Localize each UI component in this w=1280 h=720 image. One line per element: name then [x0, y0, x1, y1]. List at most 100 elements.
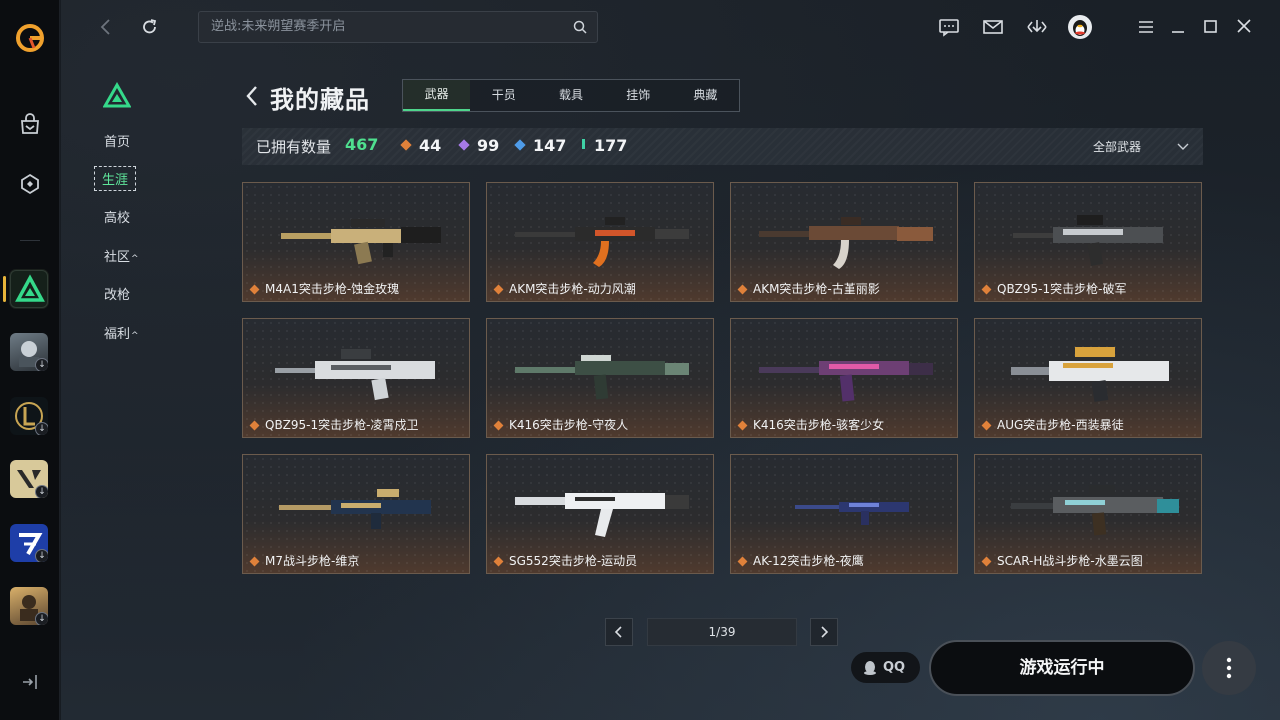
refresh-icon[interactable]	[140, 17, 160, 37]
active-indicator	[3, 276, 6, 302]
game-seven-icon[interactable]: ↓	[10, 524, 48, 562]
rifle-skin-icon	[279, 489, 431, 529]
minimize-icon[interactable]	[1167, 17, 1189, 37]
rarity-orange-icon	[981, 556, 992, 567]
rarity-purple-count: 99	[458, 136, 499, 155]
rifle-skin-icon	[795, 502, 909, 525]
more-options-button[interactable]	[1202, 641, 1256, 695]
game-pubg-mobile-icon[interactable]: ↓	[10, 333, 48, 371]
qq-penguin-icon	[864, 661, 876, 675]
weapon-name: AUG突击步枪-西装暴徒	[997, 418, 1124, 432]
rarity-orange-icon	[249, 556, 260, 567]
weapon-card[interactable]: SG552突击步枪-运动员	[486, 454, 714, 574]
search-icon[interactable]	[573, 20, 587, 34]
tab-vehicles[interactable]: 载具	[537, 80, 604, 111]
weapon-card[interactable]: AKM突击步枪-动力风潮	[486, 182, 714, 302]
search-placeholder: 逆战:未来朔望赛季开启	[211, 19, 346, 34]
weapon-card[interactable]: AK-12突击步枪-夜鹰	[730, 454, 958, 574]
subnav-item-school[interactable]: 高校	[104, 207, 130, 226]
download-icon: ↓	[35, 612, 48, 625]
weapon-name: AKM突击步枪-动力风潮	[509, 282, 636, 296]
weapon-card[interactable]: AKM突击步枪-古堇丽影	[730, 182, 958, 302]
subnav-item-gunsmith[interactable]: 改枪	[104, 284, 130, 303]
page-indicator: 1/39	[647, 618, 797, 646]
weapon-card[interactable]: AUG突击步枪-西装暴徒	[974, 318, 1202, 438]
rarity-orange-icon	[981, 420, 992, 431]
game-running-button[interactable]: 游戏运行中	[929, 640, 1195, 696]
rifle-skin-icon	[759, 361, 933, 402]
chevron-down-icon[interactable]	[1176, 139, 1190, 153]
weapon-name: AK-12突击步枪-夜鹰	[753, 554, 864, 568]
rarity-orange-icon	[493, 284, 504, 295]
qq-account-button[interactable]: QQ	[851, 652, 920, 683]
back-nav-icon[interactable]	[96, 17, 116, 37]
page-title: 我的藏品	[270, 86, 370, 114]
rarity-orange-icon	[249, 284, 260, 295]
maximize-icon[interactable]	[1200, 17, 1222, 37]
rifle-skin-icon	[1011, 485, 1179, 536]
close-icon[interactable]	[1233, 17, 1255, 37]
weapon-card[interactable]: QBZ95-1突击步枪-破军	[974, 182, 1202, 302]
rifle-skin-icon	[275, 349, 435, 401]
weapon-name: K416突击步枪-守夜人	[509, 418, 629, 432]
weapon-card[interactable]: SCAR-H战斗步枪-水墨云图	[974, 454, 1202, 574]
rifle-skin-icon	[515, 493, 689, 537]
weapon-name: QBZ95-1突击步枪-破军	[997, 282, 1127, 296]
rarity-orange-icon	[737, 556, 748, 567]
tab-collection[interactable]: 典藏	[672, 80, 739, 111]
weapon-card[interactable]: QBZ95-1突击步枪-凌霄戍卫	[242, 318, 470, 438]
chat-icon[interactable]	[938, 17, 960, 37]
download-icon: ↓	[35, 485, 48, 498]
store-icon[interactable]	[18, 112, 42, 136]
weapon-name: QBZ95-1突击步枪-凌霄戍卫	[265, 418, 419, 432]
main-panel: 逆战:未来朔望赛季开启 首页 生涯 高校 社区^ 改枪 福利^ 我的藏品 武器 …	[61, 0, 1280, 720]
subnav-item-home[interactable]: 首页	[104, 131, 130, 150]
weapon-card[interactable]: M7战斗步枪-维京	[242, 454, 470, 574]
orange-gem-icon	[400, 139, 412, 151]
qq-label: QQ	[883, 660, 906, 675]
prev-page-button[interactable]	[605, 618, 633, 646]
next-page-button[interactable]	[810, 618, 838, 646]
weapon-filter-select[interactable]: 全部武器	[1093, 138, 1141, 155]
chevron-right-icon	[821, 626, 829, 638]
menu-icon[interactable]	[1135, 17, 1157, 37]
subnav-item-community[interactable]: 社区^	[104, 246, 139, 265]
more-vertical-icon	[1226, 657, 1232, 679]
game-pubg-icon[interactable]: ↓	[10, 587, 48, 625]
weapon-name: M7战斗步枪-维京	[265, 554, 360, 568]
weapon-card[interactable]: M4A1突击步枪-蚀金玫瑰	[242, 182, 470, 302]
app-rail: ↓ ↓ ↓ ↓ ↓	[0, 0, 60, 720]
search-input[interactable]: 逆战:未来朔望赛季开启	[198, 11, 598, 43]
nizhan-logo-icon	[103, 82, 131, 108]
weapon-card[interactable]: K416突击步枪-骇客少女	[730, 318, 958, 438]
tab-operators[interactable]: 干员	[470, 80, 537, 111]
rarity-orange-icon	[737, 420, 748, 431]
rifle-skin-icon	[281, 219, 441, 265]
game-valorant-icon[interactable]: ↓	[10, 460, 48, 498]
weapon-name: K416突击步枪-骇客少女	[753, 418, 885, 432]
rarity-orange-icon	[249, 420, 260, 431]
discover-icon[interactable]	[18, 172, 42, 196]
subnav-item-welfare[interactable]: 福利^	[104, 323, 139, 342]
weapon-card[interactable]: K416突击步枪-守夜人	[486, 318, 714, 438]
download-icon: ↓	[35, 422, 48, 435]
back-icon[interactable]	[244, 84, 260, 108]
tab-weapons[interactable]: 武器	[403, 80, 471, 111]
rarity-orange-icon	[981, 284, 992, 295]
tab-charms[interactable]: 挂饰	[605, 80, 672, 111]
rarity-blue-count: 147	[514, 136, 566, 155]
subnav-item-career[interactable]: 生涯	[94, 166, 137, 191]
mail-icon[interactable]	[982, 17, 1004, 37]
app-logo-icon[interactable]	[14, 22, 46, 54]
owned-count-label: 已拥有数量	[256, 138, 332, 156]
chevron-up-icon: ^	[131, 254, 139, 264]
download-manager-icon[interactable]	[1026, 17, 1048, 37]
rifle-skin-icon	[515, 355, 689, 400]
rarity-orange-icon	[493, 556, 504, 567]
avatar[interactable]	[1068, 15, 1092, 39]
chevron-left-icon	[614, 626, 622, 638]
game-nizhan-icon[interactable]	[10, 270, 48, 308]
collapse-sidebar-icon[interactable]	[20, 672, 40, 692]
game-lol-icon[interactable]: ↓	[10, 397, 48, 435]
weapon-name: SG552突击步枪-运动员	[509, 554, 638, 568]
